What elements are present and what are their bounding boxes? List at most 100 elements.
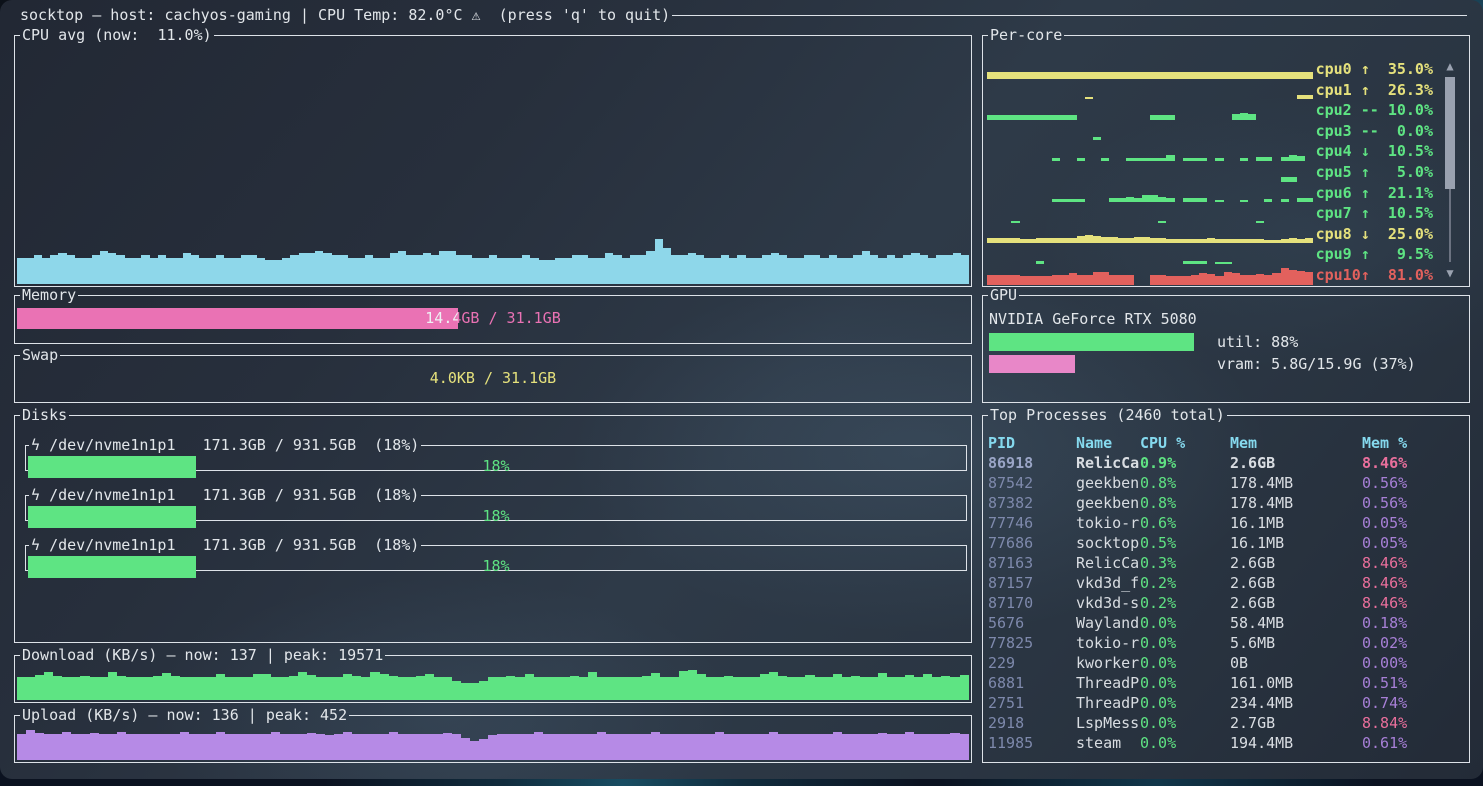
process-row: 5676Wayland0.0%58.4MB0.18% [988,613,1464,633]
gpu-util-bar [989,333,1194,351]
process-cell: 2.7GB [1230,713,1362,733]
process-row: 6881ThreadP0.0%161.0MB0.51% [988,673,1464,693]
core-row-cpu10: cpu10↑ 81.0% [987,265,1465,286]
core-label: cpu3 -- 0.0% [1316,121,1433,141]
process-cell: 87157 [988,573,1076,593]
process-cell: 0.05% [1362,533,1464,553]
download-title: Download (KB/s) — now: 137 | peak: 19571 [22,646,383,664]
per-core-title: Per-core [990,26,1062,44]
gpu-util-label: util: 88% [1217,331,1298,353]
process-cell: 178.4MB [1230,493,1362,513]
core-row-cpu6: cpu6 ↑ 21.1% [987,183,1465,204]
process-cell: 2751 [988,693,1076,713]
process-cell: 234.4MB [1230,693,1362,713]
download-panel: Download (KB/s) — now: 137 | peak: 19571 [14,645,972,703]
process-cell: 0.61% [1362,733,1464,753]
disk-flash-icon: ϟ [31,536,49,554]
process-cell: 0.3% [1140,553,1230,573]
process-cell: 2.6GB [1230,593,1362,613]
process-cell: geekben [1076,473,1140,493]
process-cell: RelicCa [1076,553,1140,573]
process-row: 11985steam0.0%194.4MB0.61% [988,733,1464,753]
disk-gauge: 18% [28,556,964,578]
disk-gauge-label: 18% [28,506,964,526]
swap-gauge-label: 4.0KB / 31.1GB [17,368,969,389]
process-cell: 0.0% [1140,653,1230,673]
processes-title: Top Processes (2460 total) [990,406,1225,424]
gpu-title: GPU [990,286,1017,304]
process-table-header: PIDNameCPU %MemMem % [988,433,1464,453]
terminal-window: socktop — host: cachyos-gaming | CPU Tem… [0,0,1483,779]
process-cell: 0.0% [1140,713,1230,733]
scrollbar-thumb[interactable] [1445,77,1455,189]
core-label: cpu4 ↓ 10.5% [1316,141,1433,161]
disks-panel: Disks ϟ /dev/nvme1n1p1 171.3GB / 931.5GB… [14,405,972,643]
scroll-up-icon[interactable]: ▲ [1443,59,1457,73]
process-cell: 87542 [988,473,1076,493]
upload-panel: Upload (KB/s) — now: 136 | peak: 452 [14,705,972,763]
processes-panel: Top Processes (2460 total) PIDNameCPU %M… [982,405,1470,763]
process-cell: 0.0% [1140,733,1230,753]
process-cell: 0.5% [1140,533,1230,553]
process-cell: 0.0% [1140,693,1230,713]
cpu-avg-panel: CPU avg (now: 11.0%) [14,25,972,287]
process-cell: 229 [988,653,1076,673]
column-header[interactable]: Mem % [1362,433,1464,453]
disk-gauge: 18% [28,456,964,478]
column-header[interactable]: CPU % [1140,433,1230,453]
process-row: 229kworker0.0%0B0.00% [988,653,1464,673]
process-row: 2918LspMess0.0%2.7GB8.84% [988,713,1464,733]
download-sparkline [17,670,969,700]
disk-gauge-label: 18% [28,556,964,576]
core-label: cpu10↑ 81.0% [1316,265,1433,285]
core-sparkline [987,143,1313,161]
core-sparkline [987,61,1313,79]
disks-title: Disks [22,406,67,424]
disk-gauge-label: 18% [28,456,964,476]
title-rule [672,15,1467,16]
process-cell: 0.74% [1362,693,1464,713]
process-cell: 0.56% [1362,473,1464,493]
process-cell: 77746 [988,513,1076,533]
process-cell: 0B [1230,653,1362,673]
core-row-cpu4: cpu4 ↓ 10.5% [987,141,1465,162]
process-cell: 0.2% [1140,573,1230,593]
process-cell: 11985 [988,733,1076,753]
core-row-cpu0: cpu0 ↑ 35.0% [987,59,1465,80]
gpu-util-row: util: 88% [989,331,1465,353]
disk-legend-text: /dev/nvme1n1p1 171.3GB / 931.5GB (18%) [49,536,419,554]
process-row: 77686socktop0.5%16.1MB0.05% [988,533,1464,553]
process-cell: 0.56% [1362,493,1464,513]
process-cell: 0.2% [1140,593,1230,613]
scroll-down-icon[interactable]: ▼ [1443,266,1457,280]
process-cell: kworker [1076,653,1140,673]
core-label: cpu0 ↑ 35.0% [1316,59,1433,79]
process-cell: 0.0% [1140,673,1230,693]
column-header[interactable]: Name [1076,433,1140,453]
process-cell: 58.4MB [1230,613,1362,633]
disk-gauge: 18% [28,506,964,528]
upload-sparkline [17,730,969,760]
process-cell: 6881 [988,673,1076,693]
process-cell: 8.46% [1362,573,1464,593]
process-cell: tokio-r [1076,633,1140,653]
process-cell: 0.8% [1140,493,1230,513]
process-cell: 16.1MB [1230,513,1362,533]
disk-item-2: ϟ /dev/nvme1n1p1 171.3GB / 931.5GB (18%)… [25,535,967,571]
core-sparkline [987,267,1313,285]
column-header[interactable]: PID [988,433,1076,453]
core-row-cpu5: cpu5 ↑ 5.0% [987,162,1465,183]
process-row: 2751ThreadP0.0%234.4MB0.74% [988,693,1464,713]
column-header[interactable]: Mem [1230,433,1362,453]
core-row-cpu3: cpu3 -- 0.0% [987,121,1465,142]
process-cell: 0.0% [1140,613,1230,633]
core-sparkline [987,225,1313,243]
per-core-scrollbar[interactable]: ▲ ▼ [1443,59,1457,282]
process-cell: geekben [1076,493,1140,513]
core-sparkline [987,81,1313,99]
gpu-vram-row: vram: 5.8G/15.9G (37%) [989,353,1465,375]
memory-gauge: 14.4GB / 31.1GB 14.4GB / 31.1GB [17,308,969,329]
core-label: cpu7 ↑ 10.5% [1316,203,1433,223]
disk-legend-text: /dev/nvme1n1p1 171.3GB / 931.5GB (18%) [49,436,419,454]
process-cell: 2918 [988,713,1076,733]
